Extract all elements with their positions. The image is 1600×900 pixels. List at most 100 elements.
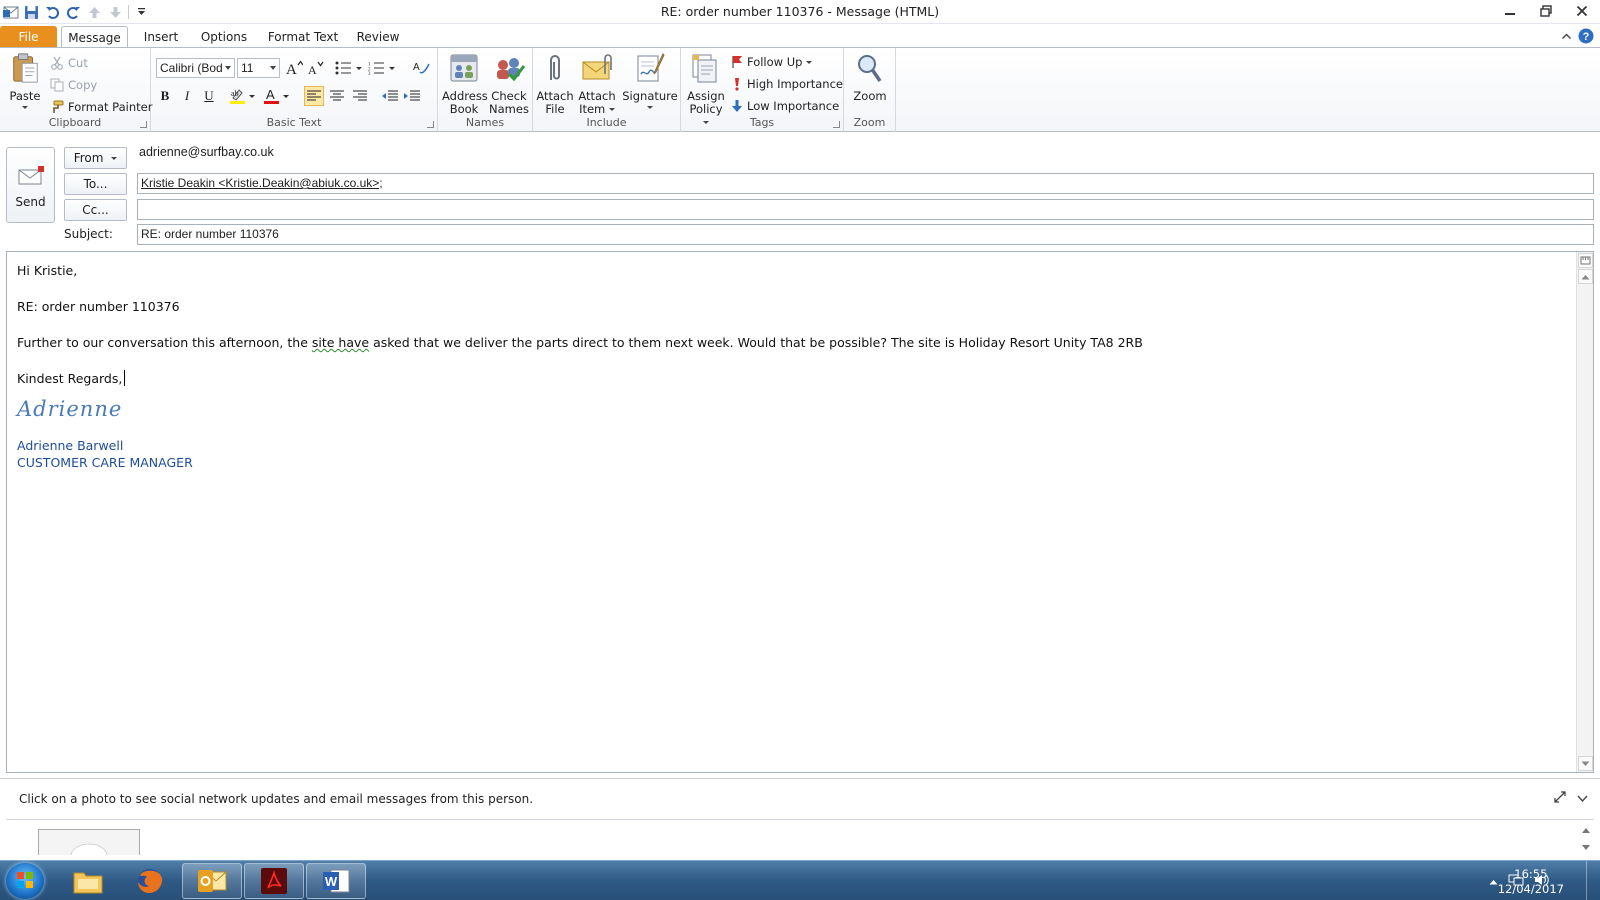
message-body-text[interactable]: Hi Kristie, RE: order number 110376 Furt… <box>17 262 1143 471</box>
undo-icon[interactable] <box>42 1 63 23</box>
numbering-button[interactable]: 123 <box>367 58 397 78</box>
message-body[interactable]: Hi Kristie, RE: order number 110376 Furt… <box>6 251 1594 773</box>
italic-button[interactable]: I <box>177 86 197 106</box>
cut-button[interactable]: Cut <box>50 53 88 73</box>
attach-item-button[interactable]: Attach Item <box>577 52 617 116</box>
cc-button[interactable]: Cc... <box>64 199 127 221</box>
from-button[interactable]: From <box>64 147 127 169</box>
show-hidden-icons[interactable] <box>1489 874 1498 888</box>
signature-icon <box>637 53 665 82</box>
outlook-app-icon[interactable] <box>0 1 21 23</box>
tab-file[interactable]: File <box>0 26 57 48</box>
paste-button[interactable]: Paste <box>6 52 44 109</box>
body-paragraph-part2: asked that we deliver the parts direct t… <box>369 335 1143 350</box>
to-button[interactable]: To... <box>64 173 127 195</box>
body-scrollbar[interactable] <box>1576 252 1593 772</box>
taskbar-firefox[interactable] <box>120 863 180 899</box>
from-dropdown-icon[interactable] <box>111 157 118 160</box>
minimize-icon[interactable] <box>1492 0 1528 22</box>
redo-icon[interactable] <box>63 1 84 23</box>
collapse-people-pane-icon[interactable] <box>1577 792 1588 806</box>
subject-field[interactable]: RE: order number 110376 <box>137 224 1594 245</box>
bullets-button[interactable] <box>334 58 364 78</box>
styles-icon: A <box>413 62 430 74</box>
shrink-font-button[interactable]: A <box>305 58 325 78</box>
format-painter-button[interactable]: Format Painter <box>50 97 152 117</box>
font-name-dropdown-icon[interactable] <box>225 66 231 70</box>
tab-review[interactable]: Review <box>350 26 406 48</box>
highlight-button[interactable]: ab <box>227 86 257 106</box>
align-center-button[interactable] <box>327 86 347 106</box>
customize-qat-icon[interactable] <box>131 1 152 23</box>
down-arrow-icon <box>732 100 742 112</box>
people-pane-scrollbar[interactable] <box>1578 825 1594 853</box>
scroll-up-icon[interactable] <box>1578 269 1593 284</box>
tab-format-text[interactable]: Format Text <box>264 26 342 48</box>
to-field[interactable]: Kristie Deakin <Kristie.Deakin@abiuk.co.… <box>137 173 1594 194</box>
ruler-toggle-icon[interactable] <box>1578 253 1593 268</box>
taskbar-clock[interactable]: 16:55 12/04/2017 <box>1498 867 1564 897</box>
start-button[interactable] <box>6 863 44 899</box>
svg-text:?: ? <box>1583 31 1590 43</box>
copy-label: Copy <box>68 78 98 92</box>
next-item-icon[interactable] <box>105 1 126 23</box>
send-button[interactable]: Send <box>6 147 55 223</box>
styles-button[interactable]: A <box>411 58 431 78</box>
save-icon[interactable] <box>21 1 42 23</box>
follow-up-dropdown-icon[interactable] <box>806 60 813 64</box>
signature-dropdown-icon[interactable] <box>647 106 653 109</box>
help-icon[interactable]: ? <box>1578 28 1594 47</box>
grow-font-button[interactable]: A <box>284 58 304 78</box>
tags-group: Assign Policy Follow Up High Importance … <box>681 48 844 132</box>
tab-options[interactable]: Options <box>196 26 252 48</box>
increase-indent-button[interactable] <box>402 86 422 106</box>
cc-field[interactable] <box>137 199 1594 220</box>
show-desktop-button[interactable] <box>1586 861 1600 900</box>
restore-icon[interactable] <box>1528 0 1564 22</box>
clipboard-dialog-launcher[interactable] <box>140 121 147 128</box>
tags-dialog-launcher[interactable] <box>833 121 840 128</box>
attach-file-button[interactable]: Attach File <box>536 52 574 116</box>
font-size-combo[interactable]: 11 <box>237 58 280 78</box>
copy-button[interactable]: Copy <box>50 75 97 95</box>
tab-message[interactable]: Message <box>61 26 128 48</box>
bold-button[interactable]: B <box>155 86 175 106</box>
clock-date: 12/04/2017 <box>1497 882 1564 896</box>
firefox-icon <box>138 869 163 893</box>
attach-item-dropdown-icon[interactable] <box>608 108 615 111</box>
high-importance-button[interactable]: High Importance <box>731 74 843 94</box>
low-importance-button[interactable]: Low Importance <box>731 96 839 116</box>
underline-button[interactable]: U <box>199 86 219 106</box>
close-icon[interactable] <box>1564 0 1600 22</box>
ribbon-tabs: File Message Insert Options Format Text … <box>0 24 1600 48</box>
decrease-indent-button[interactable] <box>380 86 400 106</box>
font-size-dropdown-icon[interactable] <box>270 66 276 70</box>
zoom-button[interactable]: Zoom <box>848 52 892 103</box>
tab-insert[interactable]: Insert <box>134 26 188 48</box>
paste-dropdown-icon[interactable] <box>22 106 28 109</box>
basic-text-dialog-launcher[interactable] <box>427 121 434 128</box>
font-color-button[interactable]: A <box>261 86 291 106</box>
align-left-button[interactable] <box>304 86 324 106</box>
previous-item-icon[interactable] <box>84 1 105 23</box>
check-names-button[interactable]: Check Names <box>488 52 530 116</box>
expand-people-pane-icon[interactable] <box>1554 791 1566 806</box>
taskbar-word[interactable]: W <box>306 863 366 899</box>
align-center-icon <box>330 90 344 101</box>
follow-up-button[interactable]: Follow Up <box>731 52 813 72</box>
taskbar-outlook[interactable] <box>182 863 242 899</box>
font-name-combo[interactable]: Calibri (Bod <box>156 58 235 78</box>
minimize-ribbon-icon[interactable] <box>1561 31 1572 45</box>
svg-text:W: W <box>325 874 338 889</box>
grammar-flagged-text[interactable]: site have <box>312 335 369 350</box>
contact-photo[interactable] <box>38 829 140 855</box>
svg-text:ab: ab <box>231 89 239 98</box>
scroll-down-icon[interactable] <box>1578 756 1593 771</box>
taskbar-explorer[interactable] <box>58 863 118 899</box>
taskbar-acrobat[interactable] <box>244 863 304 899</box>
quick-access-toolbar <box>0 0 152 24</box>
flag-icon <box>732 56 742 68</box>
align-right-button[interactable] <box>350 86 370 106</box>
address-book-button[interactable]: Address Book <box>442 52 488 116</box>
signature-button[interactable]: Signature <box>621 52 679 109</box>
